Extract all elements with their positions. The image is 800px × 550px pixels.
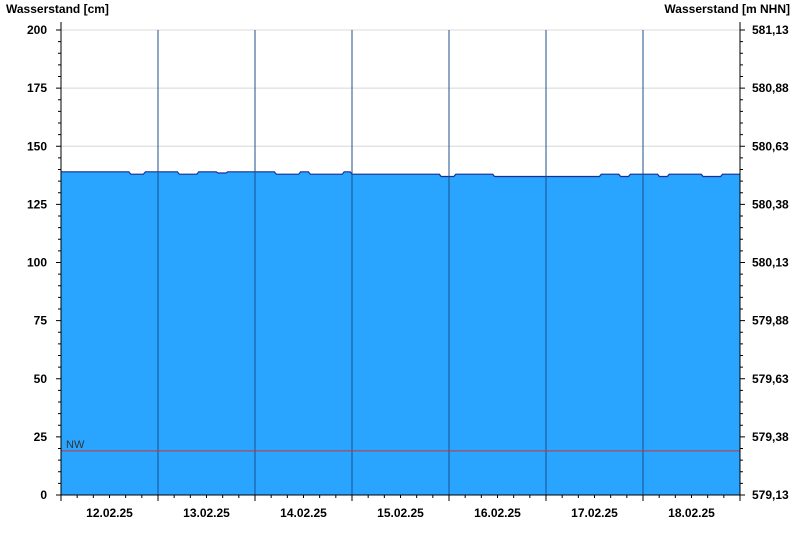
right-y-tick-label: 581,13: [752, 23, 789, 37]
water-level-chart: Wasserstand [cm] Wasserstand [m NHN] NW …: [6, 2, 790, 520]
right-y-tick-label: 579,13: [752, 488, 789, 502]
left-axis-title: Wasserstand [cm]: [6, 2, 109, 16]
x-tick-label: 13.02.25: [183, 506, 230, 520]
left-y-ticks: 0 25 50 75 100 125 150 175 200: [27, 23, 61, 502]
right-y-tick-label: 579,63: [752, 372, 789, 386]
right-axis-title: Wasserstand [m NHN]: [664, 2, 790, 16]
left-y-tick-label: 50: [34, 372, 48, 386]
right-y-tick-label: 579,88: [752, 314, 789, 328]
right-y-tick-label: 579,38: [752, 430, 789, 444]
left-y-tick-label: 150: [27, 139, 47, 153]
x-tick-label: 12.02.25: [86, 506, 133, 520]
left-y-tick-label: 100: [27, 256, 47, 270]
right-y-ticks: 579,13 579,38 579,63 579,88 580,13 580,38 580,…: [740, 23, 789, 502]
left-y-tick-label: 175: [27, 81, 47, 95]
x-tick-label: 18.02.25: [668, 506, 715, 520]
x-tick-label: 17.02.25: [571, 506, 618, 520]
nw-reference-label: NW: [66, 439, 85, 451]
right-y-tick-label: 580,13: [752, 256, 789, 270]
x-tick-label: 14.02.25: [280, 506, 327, 520]
x-tick-label: 15.02.25: [377, 506, 424, 520]
water-level-area: [61, 171, 740, 496]
x-tick-label: 16.02.25: [474, 506, 521, 520]
right-y-tick-label: 580,88: [752, 81, 789, 95]
left-y-tick-label: 75: [34, 314, 48, 328]
left-y-tick-label: 200: [27, 23, 47, 37]
right-y-tick-label: 580,38: [752, 197, 789, 211]
left-y-tick-label: 25: [34, 430, 48, 444]
x-ticks: 12.02.25 13.02.25 14.02.25 15.02.25 16.02.25…: [60, 495, 741, 520]
right-y-tick-label: 580,63: [752, 139, 789, 153]
left-y-tick-label: 125: [27, 197, 47, 211]
left-y-tick-label: 0: [40, 488, 47, 502]
